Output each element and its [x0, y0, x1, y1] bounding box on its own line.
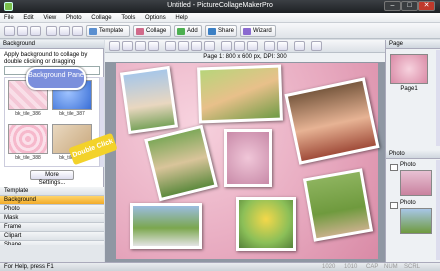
wizard-button[interactable]: Wizard — [240, 25, 276, 37]
title-bar: Untitled - PictureCollageMakerPro – □ ✕ — [0, 0, 440, 13]
collage-photo[interactable] — [236, 197, 296, 251]
wizard-icon — [243, 28, 251, 35]
effects-icon[interactable] — [311, 41, 322, 51]
menu-photo[interactable]: Photo — [62, 13, 86, 21]
pan-icon[interactable] — [122, 41, 133, 51]
collage-label: Collage — [146, 28, 167, 34]
status-indicator: SCRL — [404, 264, 421, 270]
menu-file[interactable]: File — [0, 13, 18, 21]
menu-edit[interactable]: Edit — [19, 13, 37, 21]
rotate-left-icon[interactable] — [165, 41, 176, 51]
select-icon[interactable] — [109, 41, 120, 51]
menu-tools[interactable]: Tools — [117, 13, 139, 21]
category-photo[interactable]: Photo — [0, 205, 104, 214]
maximize-button[interactable]: □ — [401, 1, 418, 11]
open-icon[interactable] — [17, 26, 28, 36]
background-description: Apply background to collage by double cl… — [4, 52, 88, 65]
collage-icon — [136, 28, 144, 35]
save-icon[interactable] — [30, 26, 41, 36]
zoom-in-icon[interactable] — [135, 41, 146, 51]
status-indicator: NUM — [384, 264, 398, 270]
menu-collage[interactable]: Collage — [87, 13, 115, 21]
canvas-info: Page 1: 800 x 600 px, DPI: 300 — [105, 53, 385, 62]
close-button[interactable]: ✕ — [418, 1, 435, 11]
page-label: Page1 — [400, 86, 418, 92]
collage-canvas[interactable] — [116, 63, 380, 259]
rotate-right-icon[interactable] — [178, 41, 189, 51]
collage-photo[interactable] — [224, 129, 272, 187]
pages-scrollbar[interactable] — [436, 50, 440, 146]
collage-photo[interactable] — [144, 124, 218, 202]
status-indicator: 1020 — [322, 264, 336, 270]
add-button[interactable]: Add — [174, 25, 202, 37]
minimize-button[interactable]: – — [384, 1, 401, 11]
status-indicator: CAP — [366, 264, 379, 270]
delete-icon[interactable] — [247, 41, 258, 51]
redo-icon[interactable] — [204, 41, 215, 51]
category-footer — [0, 245, 104, 262]
share-label: Share — [218, 28, 235, 34]
crop-icon[interactable] — [294, 41, 305, 51]
wizard-label: Wizard — [253, 28, 272, 34]
undo-icon[interactable] — [191, 41, 202, 51]
collage-photo[interactable] — [302, 168, 374, 242]
left-panel-title: Background — [0, 40, 104, 49]
export-icon[interactable] — [59, 26, 70, 36]
photos-scrollbar[interactable] — [436, 160, 440, 260]
collage-photo[interactable] — [197, 64, 283, 124]
template-icon — [89, 28, 97, 35]
photo-item-label: Photo — [400, 162, 416, 168]
tile-caption: bk_tile_386 — [15, 111, 41, 117]
category-template[interactable]: Template — [0, 187, 104, 196]
copy-icon[interactable] — [221, 41, 232, 51]
category-mask[interactable]: Mask — [0, 214, 104, 223]
right-panel: Page Page1 Photo Photo Photo — [385, 40, 440, 262]
status-bar: For Help, press F1 1020 1010 CAP NUM SCR… — [0, 262, 440, 271]
photo-thumbnail[interactable] — [400, 170, 432, 196]
new-icon[interactable] — [4, 26, 15, 36]
collage-photo[interactable] — [284, 77, 380, 165]
photo-checkbox[interactable] — [390, 164, 398, 171]
category-clipart[interactable]: Clipart — [0, 232, 104, 241]
zoom-out-icon[interactable] — [148, 41, 159, 51]
photo-thumbnail[interactable] — [400, 208, 432, 234]
collage-button[interactable]: Collage — [133, 25, 171, 37]
menu-view[interactable]: View — [39, 13, 60, 21]
paste-icon[interactable] — [234, 41, 245, 51]
photos-header: Photo — [386, 150, 440, 159]
pages-header: Page — [386, 40, 440, 49]
main-toolbar: Template Collage Add Share Wizard — [0, 23, 440, 39]
tile-caption: bk_tile_387 — [59, 111, 85, 117]
menu-help[interactable]: Help — [171, 13, 191, 21]
more-settings-button[interactable]: More Settings... — [30, 170, 74, 186]
collage-photo[interactable] — [130, 203, 202, 249]
page-thumbnail[interactable] — [390, 54, 428, 84]
status-text: For Help, press F1 — [4, 264, 54, 270]
share-icon — [208, 28, 216, 35]
collage-photo[interactable] — [119, 65, 179, 135]
print-icon[interactable] — [46, 26, 57, 36]
template-label: Template — [99, 28, 124, 34]
add-label: Add — [187, 28, 198, 34]
add-icon — [177, 28, 185, 35]
tile-thumbnail[interactable] — [8, 124, 48, 154]
category-background[interactable]: Background — [0, 196, 104, 205]
background-pane-callout: Background Pane — [26, 67, 86, 90]
canvas-toolbar — [105, 40, 385, 53]
photo-checkbox[interactable] — [390, 202, 398, 209]
layer-icon[interactable] — [277, 41, 288, 51]
menu-bar: File Edit View Photo Collage Tools Optio… — [0, 13, 440, 23]
align-icon[interactable] — [264, 41, 275, 51]
template-button[interactable]: Template — [86, 25, 130, 37]
status-indicator: 1010 — [344, 264, 358, 270]
window-title: Untitled - PictureCollageMakerPro — [167, 2, 273, 9]
category-frame[interactable]: Frame — [0, 223, 104, 232]
menu-options[interactable]: Options — [141, 13, 170, 21]
email-icon[interactable] — [72, 26, 83, 36]
tile-caption: bk_tile_388 — [15, 155, 41, 161]
share-button[interactable]: Share — [205, 25, 237, 37]
photo-item-label: Photo — [400, 200, 416, 206]
